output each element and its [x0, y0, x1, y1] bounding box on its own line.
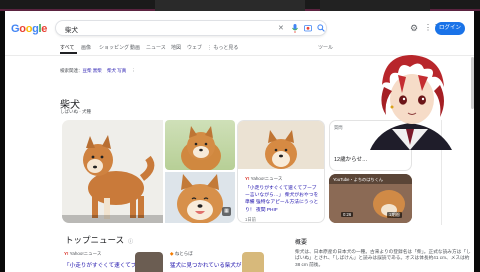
tab-videos[interactable]: 動画 — [130, 44, 140, 51]
clear-icon[interactable]: ✕ — [278, 24, 284, 33]
tab-images[interactable]: 画像 — [81, 44, 91, 51]
yahoo-logo-icon: Y! — [245, 176, 250, 181]
news-card-title[interactable]: 「小走りがすぐくて速くてブーブー言いながら…」 柴犬がおやつを準備 強特なアピー… — [245, 185, 321, 214]
active-tab-indicator — [60, 52, 77, 54]
video-duration: 0:26 — [341, 212, 354, 217]
top-news-thumbnail[interactable] — [135, 252, 163, 272]
more-options-icon[interactable]: ⋮ — [132, 68, 137, 73]
top-news-item[interactable]: Y! Yahoo!ニュース 「小走りがすぐくて速くてブーブ — [64, 251, 147, 269]
overview-heading: 概要 — [295, 240, 308, 246]
related-query-1[interactable]: 豆柴 黒柴 — [83, 68, 102, 73]
top-news-source: Yahoo!ニュース — [69, 251, 102, 256]
news-card-source: Y! Yahoo!ニュース — [245, 176, 282, 182]
search-input[interactable]: 柴犬 — [65, 24, 78, 34]
knowledge-subtitle: しばいぬ · 犬種 — [60, 109, 91, 114]
tools-button[interactable]: ツール — [318, 44, 333, 51]
tab-web[interactable]: ウェブ — [187, 44, 202, 51]
top-news-heading: トップニュース ⓘ — [65, 234, 133, 246]
tab-more[interactable]: ⋮ もっと見る — [207, 44, 238, 51]
qa-card-headline[interactable]: 12歳からせ… — [334, 155, 368, 163]
login-button[interactable]: ログイン — [435, 22, 465, 35]
google-logo[interactable]: Google — [11, 23, 47, 35]
overview-text: 柴犬は、日本原産の日本犬の一種。古来よりの登録名は「柴」。正式な読み方は「しばい… — [295, 249, 471, 267]
tab-more-label: もっと見る — [213, 45, 239, 51]
news-card-source-label: Yahoo!ニュース — [250, 176, 283, 181]
tab-maps[interactable]: 地図 — [171, 44, 181, 51]
window-top-bar — [0, 0, 480, 11]
tab-shopping[interactable]: ショッピング — [99, 44, 129, 51]
search-box[interactable]: 柴犬 ✕ — [55, 20, 327, 36]
gear-icon[interactable]: ⚙ — [410, 23, 418, 34]
top-news-item[interactable]: ◆ ねとらぼ 猛犬に見つかれている柴犬が — [170, 251, 242, 269]
vtuber-avatar-overlay — [370, 55, 452, 150]
info-icon[interactable]: ⓘ — [128, 239, 133, 245]
yahoo-logo-icon: Y! — [64, 251, 69, 256]
image-viewer-icon[interactable]: ▦ — [222, 207, 231, 216]
image-shiba-grass[interactable] — [165, 120, 235, 170]
related-query-2[interactable]: 柴犬 写真 — [107, 68, 126, 73]
video-card-source: YouTube・よちのはちくん — [333, 177, 383, 182]
search-icon[interactable] — [317, 24, 325, 35]
top-news-thumbnail[interactable] — [242, 252, 264, 272]
netorabo-logo-icon: ◆ — [170, 251, 174, 256]
news-card[interactable]: Y! Yahoo!ニュース 「小走りがすぐくて速くてブーブー言いながら…」 柴犬… — [237, 120, 325, 223]
image-shiba-standing[interactable] — [62, 120, 163, 223]
related-prefix: 検索関連： — [60, 68, 83, 73]
voice-search-icon[interactable] — [292, 24, 298, 36]
tab-news[interactable]: ニュース — [146, 44, 166, 51]
video-card[interactable]: YouTube・よちのはちくん 0:26 1期間 — [329, 174, 412, 223]
related-searches: 検索関連：豆柴 黒柴 柴犬 写真 ⋮ — [60, 68, 136, 74]
top-news-source: ねとらぼ — [174, 251, 193, 256]
image-search-icon[interactable] — [304, 24, 312, 35]
top-news-title-link[interactable]: 「小走りがすぐくて速くてブーブ — [64, 261, 147, 269]
top-news-title-link[interactable]: 猛犬に見つかれている柴犬が — [170, 261, 242, 269]
tab-all[interactable]: すべて — [60, 44, 74, 51]
video-period-label: 1期間 — [387, 212, 402, 218]
top-news-title: トップニュース — [65, 235, 125, 245]
news-card-thumbnail — [238, 121, 324, 169]
news-card-age: 1日前 — [245, 217, 256, 222]
